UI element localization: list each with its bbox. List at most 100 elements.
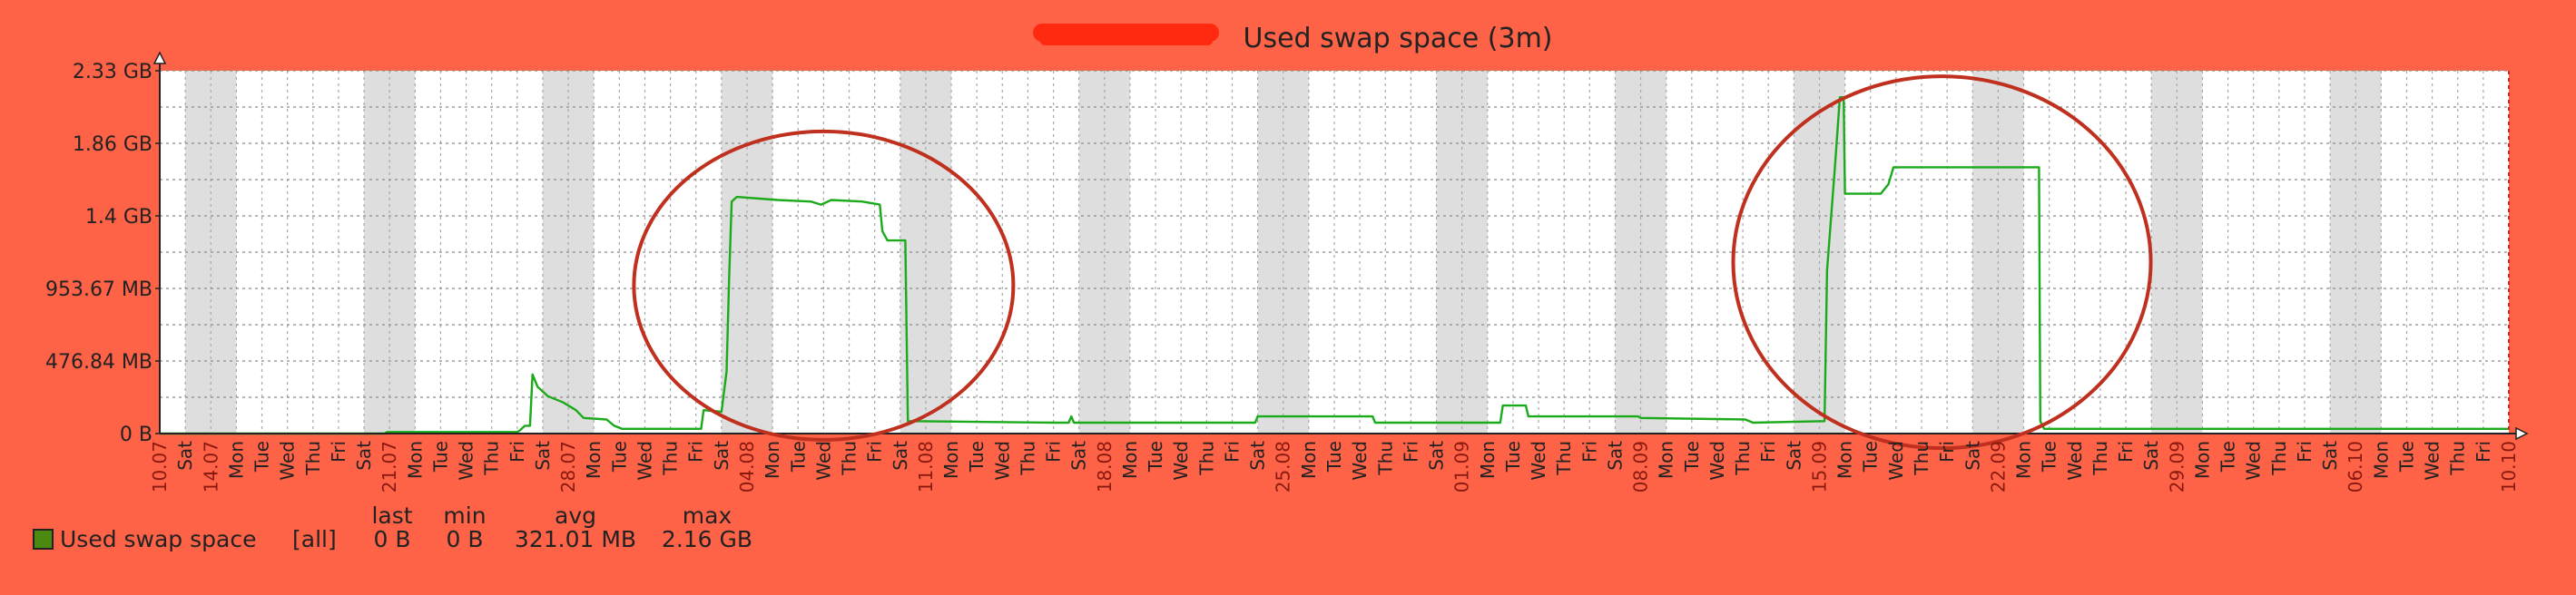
x-weekday-label: Tue [1860,441,1882,473]
x-weekday-label: Tue [2395,441,2417,473]
x-weekday-label: Thu [1017,441,1038,476]
redaction-scribble [1033,24,1219,45]
x-date-label: 10.10 [2498,441,2520,493]
x-weekday-label: Thu [2089,441,2111,476]
x-weekday-label: Sat [174,441,196,471]
x-weekday-label: Fri [1578,441,1600,463]
x-weekday-label: Wed [1170,441,1192,481]
x-date-label: 08.09 [1630,441,1652,493]
x-weekday-label: Tue [1145,441,1166,473]
x-weekday-label: Tue [966,441,988,473]
x-weekday-label: Sat [1426,441,1448,471]
x-weekday-label: Wed [2243,441,2265,481]
x-weekday-label: Mon [1834,441,1856,479]
y-tick-label: 953.67 MB [45,278,152,301]
legend-header-min: min [443,502,486,529]
x-weekday-label: Wed [1706,441,1728,481]
x-weekday-label: Mon [1119,441,1141,479]
legend-series-name: Used swap space [60,526,256,552]
x-weekday-label: Wed [991,441,1013,481]
x-weekday-label: Tue [2217,441,2239,473]
x-weekday-label: Sat [1783,441,1804,471]
x-weekday-label: Mon [1477,441,1499,479]
x-date-label: 18.08 [1094,441,1116,493]
x-date-label: 25.08 [1273,441,1294,493]
x-date-label: 22.09 [1987,441,2009,493]
x-weekday-label: Fri [1221,441,1243,463]
x-date-label: 04.08 [736,441,758,493]
x-weekday-label: Thu [1553,441,1575,476]
x-weekday-label: Fri [2294,441,2315,463]
x-weekday-label: Wed [2064,441,2086,481]
legend-swatch [33,529,54,550]
x-weekday-label: Sat [1247,441,1269,471]
x-weekday-label: Fri [1936,441,1958,463]
x-weekday-label: Wed [634,441,655,481]
x-date-label: 21.07 [379,441,400,493]
x-weekday-label: Fri [1757,441,1779,463]
x-weekday-label: Fri [1400,441,1421,463]
x-weekday-label: Fri [685,441,707,463]
legend-value-avg: 321.01 MB [515,526,636,552]
x-weekday-label: Thu [839,441,860,476]
x-weekday-label: Thu [1911,441,1932,476]
x-weekday-label: Mon [583,441,605,479]
x-weekday-label: Mon [762,441,783,479]
legend-header-last: last [371,502,412,529]
x-weekday-label: Thu [660,441,682,476]
x-weekday-label: Tue [1502,441,1524,473]
x-weekday-label: Thu [1732,441,1754,476]
x-weekday-label: Wed [456,441,477,481]
x-weekday-label: Wed [2422,441,2443,481]
legend-value-min: 0 B [446,526,483,552]
x-date-label: 01.09 [1451,441,1473,493]
x-weekday-label: Sat [1068,441,1090,471]
x-weekday-label: Thu [2447,441,2469,476]
x-weekday-label: Tue [608,441,630,473]
x-weekday-label: Fri [328,441,349,463]
x-weekday-label: Thu [481,441,503,476]
x-date-label: 11.08 [915,441,937,493]
x-weekday-label: Fri [2473,441,2494,463]
x-weekday-label: Fri [506,441,528,463]
x-weekday-label: Thu [2268,441,2290,476]
x-date-label: 29.09 [2166,441,2188,493]
y-tick-label: 476.84 MB [45,351,152,374]
x-weekday-label: Fri [2115,441,2137,463]
x-weekday-label: Fri [1043,441,1065,463]
x-weekday-label: Thu [1195,441,1217,476]
x-weekday-label: Sat [1961,441,1983,471]
y-tick-label: 1.4 GB [85,206,152,229]
legend-value-last: 0 B [373,526,410,552]
x-weekday-label: Mon [1298,441,1320,479]
x-weekday-label: Wed [812,441,834,481]
x-weekday-label: Mon [1656,441,1677,479]
x-weekday-label: Wed [1885,441,1907,481]
x-weekday-label: Tue [1681,441,1703,473]
x-weekday-label: Tue [251,441,273,473]
weekend-band [1078,71,1130,434]
x-weekday-label: Mon [940,441,962,479]
x-weekday-label: Mon [2013,441,2035,479]
x-weekday-label: Sat [353,441,375,471]
x-weekday-label: Sat [1604,441,1626,471]
x-date-label: 14.07 [200,441,221,493]
x-weekday-label: Mon [404,441,426,479]
y-tick-label: 2.33 GB [73,61,152,83]
legend-function: [all] [292,526,337,552]
y-tick-label: 1.86 GB [73,133,152,156]
x-weekday-label: Mon [225,441,247,479]
x-weekday-label: Sat [2140,441,2162,471]
x-weekday-label: Wed [277,441,299,481]
x-weekday-label: Thu [302,441,324,476]
x-date-label: 15.09 [1808,441,1830,493]
swap-space-graph: Used swap space (3m) 2.33 GB 1.86 GB 1.4 G… [0,0,2576,595]
x-weekday-label: Fri [864,441,886,463]
x-weekday-label: Tue [787,441,809,473]
legend-header-max: max [683,502,732,529]
x-weekday-label: Tue [2039,441,2060,473]
plot-area [152,51,2529,451]
chart-title: Used swap space (3m) [1243,23,1552,54]
x-weekday-label: Mon [2191,441,2213,479]
x-weekday-label: Tue [1323,441,1345,473]
